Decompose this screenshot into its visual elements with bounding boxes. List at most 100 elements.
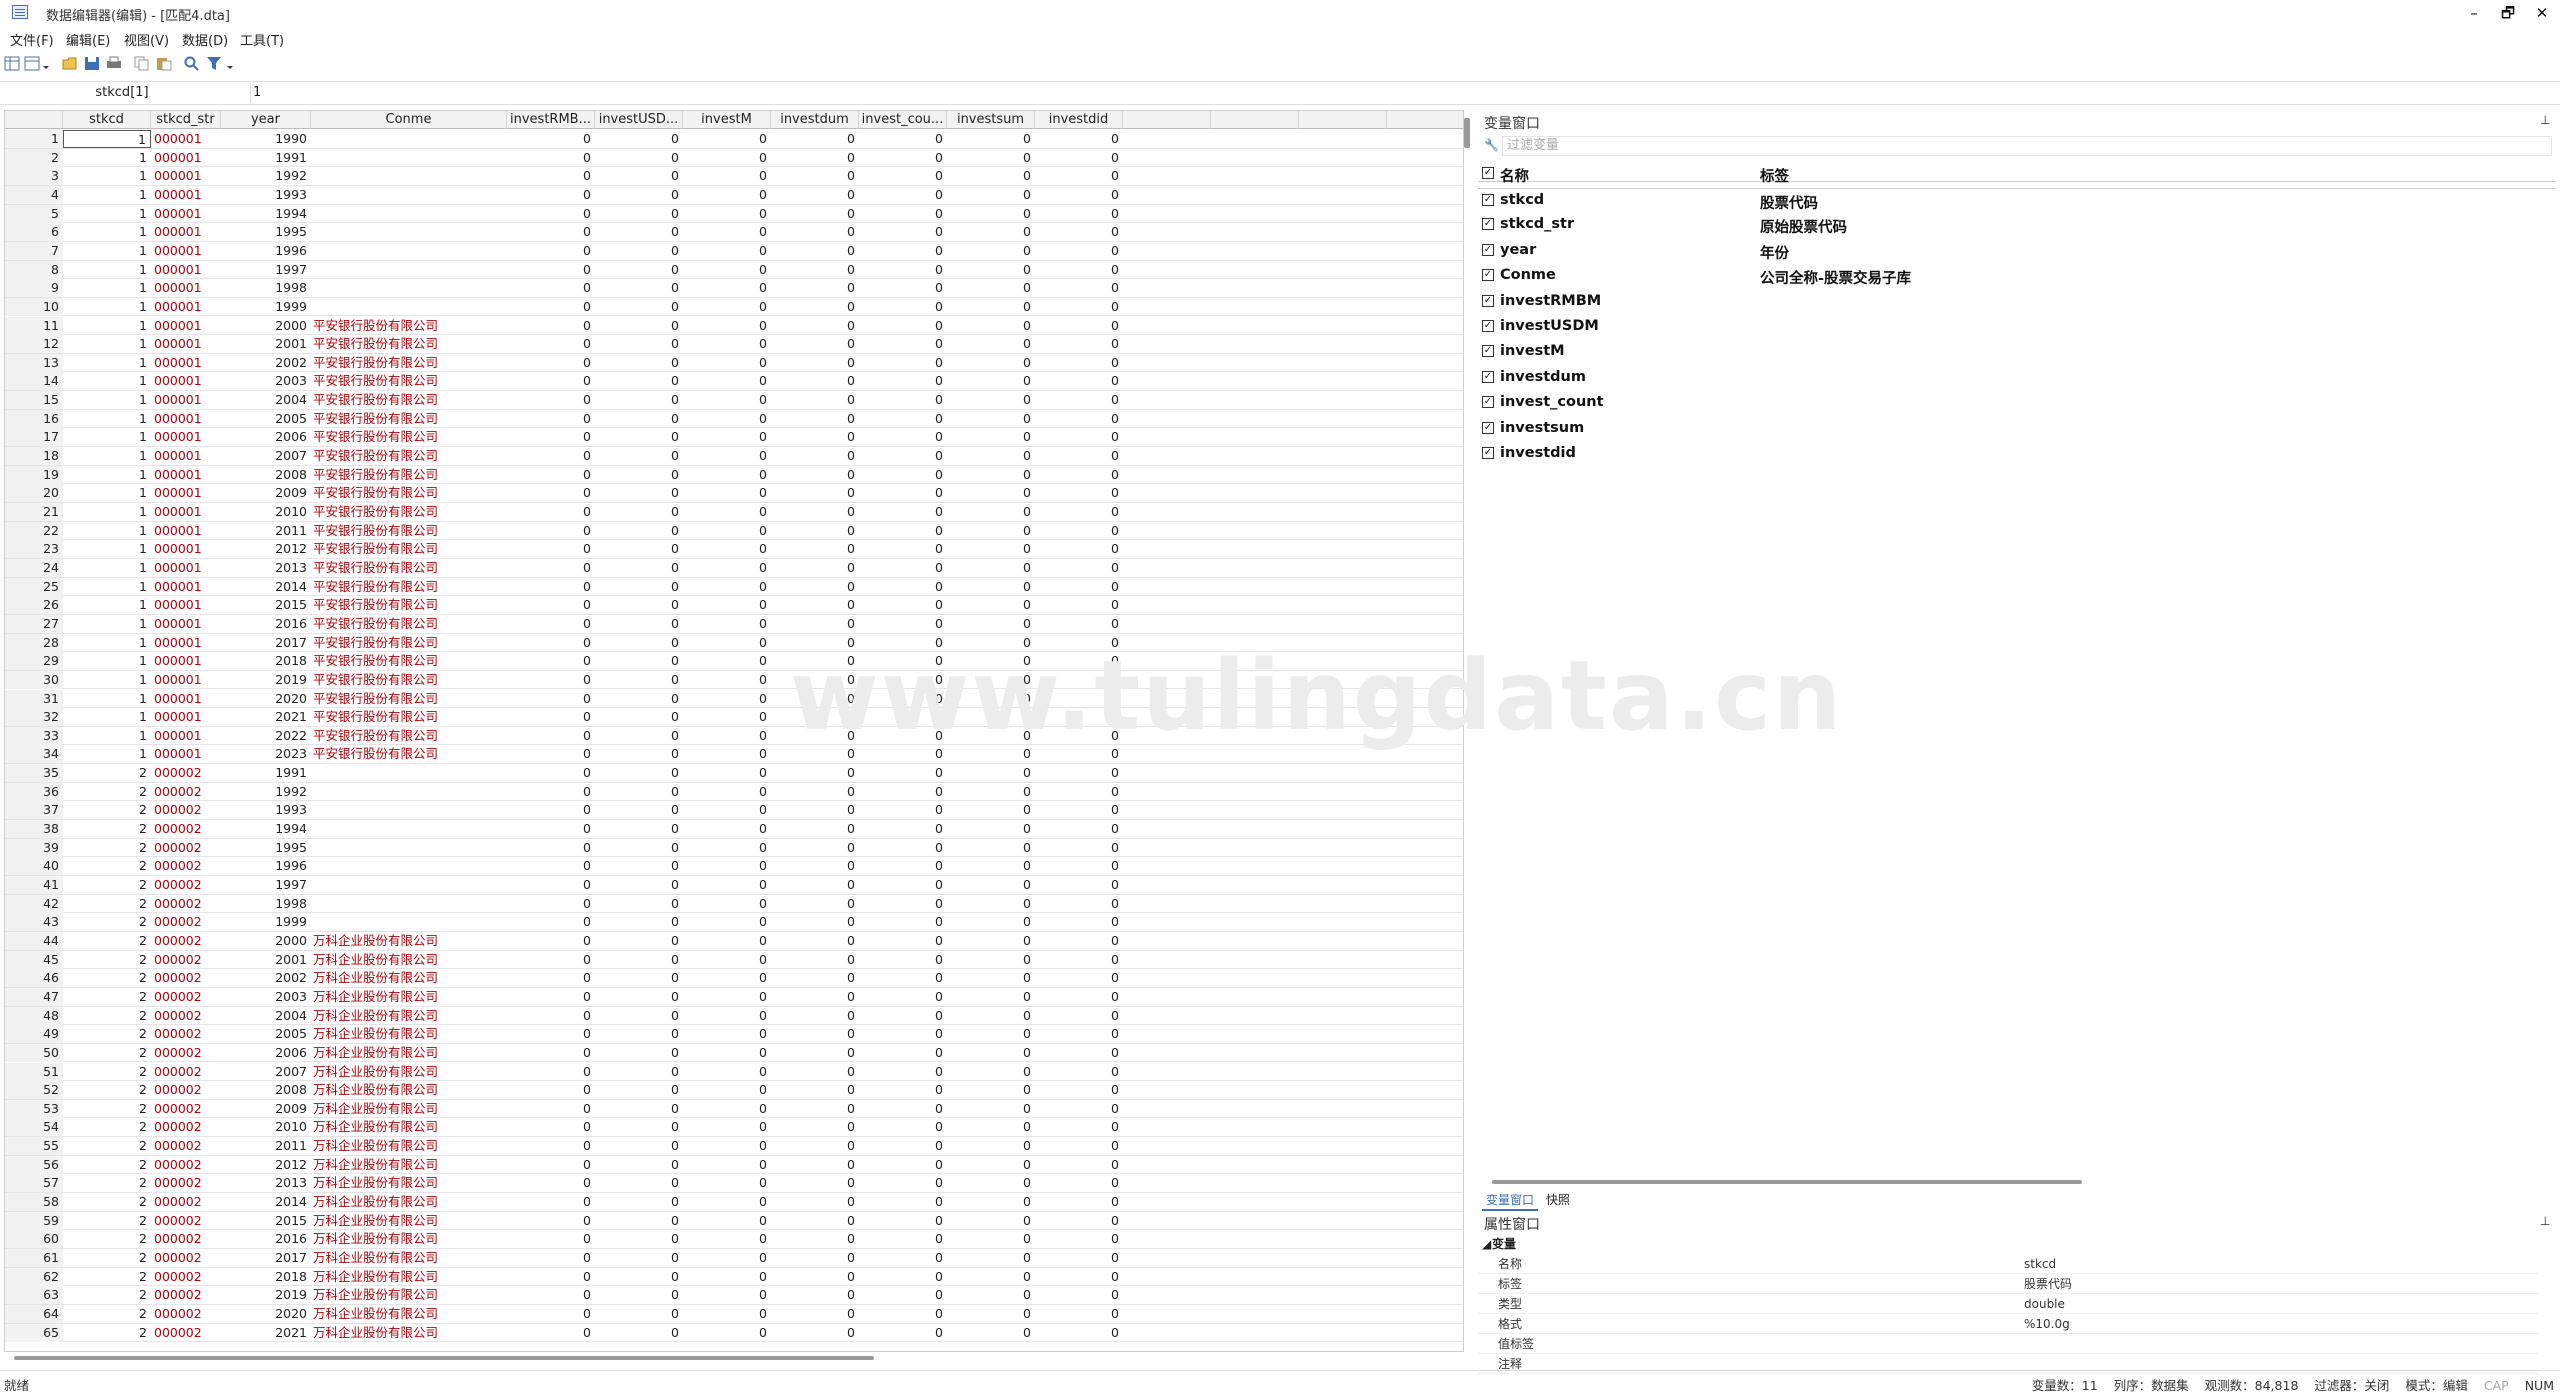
conme-cell[interactable]: 平安银行股份有限公司	[311, 671, 507, 689]
data-cell[interactable]: 0	[595, 764, 683, 782]
data-cell[interactable]: 0	[683, 801, 771, 819]
stkcd-str-cell[interactable]: 000001	[151, 447, 221, 465]
data-cell[interactable]: 1	[63, 559, 151, 577]
conme-cell[interactable]	[311, 130, 507, 148]
data-cell[interactable]: 0	[771, 298, 859, 316]
data-cell[interactable]: 1	[63, 167, 151, 185]
data-cell[interactable]: 2	[63, 1193, 151, 1211]
select-all-checkbox[interactable]: ✓	[1482, 167, 1494, 179]
data-cell[interactable]: 0	[507, 801, 595, 819]
table-row[interactable]: 11 1 000001 2000 平安银行股份有限公司 0 0 0 0 0 0 0	[5, 316, 1463, 336]
stkcd-str-cell[interactable]: 000002	[151, 913, 221, 931]
variable-name[interactable]: investRMBM	[1500, 293, 1601, 309]
data-cell[interactable]: 0	[1035, 559, 1123, 577]
data-cell[interactable]: 0	[595, 727, 683, 745]
data-cell[interactable]: 0	[859, 279, 947, 297]
data-cell[interactable]: 0	[947, 1044, 1035, 1062]
data-cell[interactable]: 0	[1035, 839, 1123, 857]
data-cell[interactable]: 0	[859, 783, 947, 801]
variable-checkbox[interactable]: ✓	[1482, 370, 1494, 383]
row-number[interactable]: 51	[5, 1062, 63, 1081]
data-cell[interactable]: 0	[947, 428, 1035, 446]
data-cell[interactable]: 0	[859, 205, 947, 223]
data-cell[interactable]: 0	[947, 988, 1035, 1006]
data-cell[interactable]: 0	[859, 354, 947, 372]
row-number[interactable]: 13	[5, 353, 63, 372]
data-cell[interactable]: 0	[1035, 1174, 1123, 1192]
conme-cell[interactable]	[311, 839, 507, 857]
data-cell[interactable]: 0	[1035, 764, 1123, 782]
data-cell[interactable]: 0	[595, 839, 683, 857]
data-cell[interactable]: 0	[507, 1174, 595, 1192]
data-cell[interactable]: 0	[507, 708, 595, 726]
data-cell[interactable]: 0	[947, 1230, 1035, 1248]
data-cell[interactable]: 0	[683, 578, 771, 596]
data-cell[interactable]: 0	[507, 1118, 595, 1136]
data-cell[interactable]: 0	[1035, 1063, 1123, 1081]
row-number[interactable]: 60	[5, 1230, 63, 1249]
data-cell[interactable]: 0	[947, 279, 1035, 297]
open-icon[interactable]	[62, 56, 78, 71]
stkcd-str-cell[interactable]: 000001	[151, 223, 221, 241]
data-cell[interactable]: 0	[859, 1324, 947, 1342]
stkcd-str-cell[interactable]: 000002	[151, 1324, 221, 1342]
conme-cell[interactable]: 平安银行股份有限公司	[311, 690, 507, 708]
data-cell[interactable]: 0	[683, 1100, 771, 1118]
row-number[interactable]: 45	[5, 950, 63, 969]
data-cell[interactable]: 0	[595, 317, 683, 335]
row-number[interactable]: 14	[5, 372, 63, 391]
data-cell[interactable]: 0	[1035, 1268, 1123, 1286]
data-cell[interactable]: 2	[63, 1305, 151, 1323]
data-cell[interactable]: 0	[859, 1007, 947, 1025]
data-cell[interactable]: 0	[771, 932, 859, 950]
stkcd-str-cell[interactable]: 000001	[151, 410, 221, 428]
row-number[interactable]: 23	[5, 540, 63, 559]
properties-section[interactable]: ◢ 变量	[1478, 1234, 2538, 1254]
data-cell[interactable]: 0	[1035, 186, 1123, 204]
data-cell[interactable]: 0	[595, 261, 683, 279]
data-cell[interactable]: 0	[947, 1007, 1035, 1025]
data-cell[interactable]: 1997	[221, 261, 311, 279]
data-cell[interactable]: 0	[771, 1007, 859, 1025]
data-cell[interactable]: 0	[771, 1156, 859, 1174]
data-cell[interactable]: 2018	[221, 652, 311, 670]
variable-name[interactable]: investsum	[1500, 420, 1584, 436]
data-cell[interactable]: 2	[63, 857, 151, 875]
table-row[interactable]: 45 2 000002 2001 万科企业股份有限公司 0 0 0 0 0 0 0	[5, 950, 1463, 970]
conme-cell[interactable]: 平安银行股份有限公司	[311, 652, 507, 670]
data-cell[interactable]: 0	[683, 1286, 771, 1304]
variable-row[interactable]: ✓ stkcd_str 原始股票代码	[1478, 213, 2556, 238]
data-cell[interactable]: 0	[859, 317, 947, 335]
data-cell[interactable]: 0	[507, 764, 595, 782]
data-cell[interactable]: 0	[1035, 354, 1123, 372]
data-cell[interactable]: 2013	[221, 1174, 311, 1192]
data-cell[interactable]: 0	[507, 1100, 595, 1118]
data-cell[interactable]: 0	[1035, 783, 1123, 801]
conme-cell[interactable]: 平安银行股份有限公司	[311, 503, 507, 521]
data-cell[interactable]: 0	[595, 820, 683, 838]
data-cell[interactable]: 0	[595, 298, 683, 316]
data-cell[interactable]: 0	[595, 1100, 683, 1118]
conme-cell[interactable]: 万科企业股份有限公司	[311, 1286, 507, 1304]
data-cell[interactable]: 0	[595, 783, 683, 801]
data-cell[interactable]: 0	[771, 895, 859, 913]
table-row[interactable]: 17 1 000001 2006 平安银行股份有限公司 0 0 0 0 0 0 0	[5, 428, 1463, 448]
stkcd-str-cell[interactable]: 000002	[151, 1249, 221, 1267]
data-cell[interactable]: 2014	[221, 1193, 311, 1211]
variable-checkbox[interactable]: ✓	[1482, 294, 1494, 307]
data-cell[interactable]: 1	[63, 372, 151, 390]
data-cell[interactable]: 2	[63, 1007, 151, 1025]
conme-cell[interactable]	[311, 820, 507, 838]
data-cell[interactable]: 0	[595, 951, 683, 969]
data-cell[interactable]: 0	[947, 876, 1035, 894]
data-cell[interactable]: 2	[63, 801, 151, 819]
table-row[interactable]: 43 2 000002 1999 0 0 0 0 0 0 0	[5, 913, 1463, 932]
data-cell[interactable]: 0	[771, 372, 859, 390]
data-cell[interactable]: 0	[859, 932, 947, 950]
row-number[interactable]: 56	[5, 1155, 63, 1174]
data-cell[interactable]: 0	[771, 801, 859, 819]
row-number[interactable]: 33	[5, 726, 63, 745]
property-value[interactable]: stkcd	[2024, 1254, 2056, 1274]
data-cell[interactable]: 0	[1035, 317, 1123, 335]
data-cell[interactable]: 1	[63, 335, 151, 353]
